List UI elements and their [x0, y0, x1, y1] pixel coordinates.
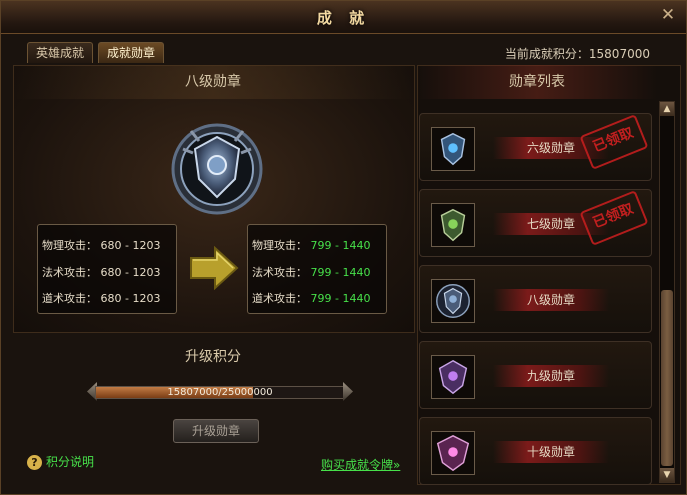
medal-list-title: 勋章列表: [417, 65, 657, 99]
window-title: 成 就: [316, 9, 371, 27]
stat-label: 道术攻击：: [42, 292, 97, 305]
medal-green-icon: [431, 203, 475, 247]
medal-detail-title: 八级勋章: [13, 65, 413, 99]
title-bar[interactable]: 成 就 ✕: [1, 1, 686, 34]
medal-silver-icon: [431, 279, 475, 323]
medal-violet-icon: [431, 431, 475, 475]
stat-label: 物理攻击：: [252, 239, 307, 252]
medal-name: 九级勋章: [493, 365, 609, 387]
medal-list-item[interactable]: 九级勋章: [419, 341, 652, 409]
stat-row: 法术攻击： 799 - 1440: [252, 264, 370, 280]
tab-achievement-medals[interactable]: 成就勋章: [98, 42, 164, 63]
stat-value: 799 - 1440: [310, 239, 371, 252]
medal-name: 十级勋章: [493, 441, 609, 463]
progress-track: 15807000/25000000: [95, 386, 345, 399]
help-icon[interactable]: ?: [27, 455, 42, 470]
help-label[interactable]: 积分说明: [46, 455, 94, 469]
upgrade-progress-bar: 15807000/25000000: [87, 382, 353, 402]
tab-hero-achievements[interactable]: 英雄成就: [27, 42, 93, 63]
scroll-down-icon[interactable]: ▼: [660, 468, 674, 482]
stat-label: 法术攻击：: [42, 266, 97, 279]
upgrade-medal-button[interactable]: 升级勋章: [173, 419, 259, 443]
achievement-points: 当前成就积分：15807000: [504, 47, 650, 61]
stat-value: 680 - 1203: [100, 292, 161, 305]
stat-label: 法术攻击：: [252, 266, 307, 279]
medal-list-item[interactable]: 六级勋章 已领取: [419, 113, 652, 181]
points-help-link[interactable]: ? 积分说明: [27, 453, 94, 470]
stat-value: 799 - 1440: [310, 266, 371, 279]
current-stats-box: 物理攻击： 680 - 1203 法术攻击： 680 - 1203 道术攻击： …: [37, 224, 177, 314]
scroll-thumb[interactable]: [661, 290, 673, 466]
stat-value: 799 - 1440: [310, 292, 371, 305]
stat-row: 法术攻击： 680 - 1203: [42, 264, 160, 280]
next-stats-box: 物理攻击： 799 - 1440 法术攻击： 799 - 1440 道术攻击： …: [247, 224, 387, 314]
stat-row: 物理攻击： 799 - 1440: [252, 237, 370, 253]
scroll-up-icon[interactable]: ▲: [660, 102, 674, 116]
medal-large-icon: [171, 123, 263, 215]
medal-purple-icon: [431, 355, 475, 399]
medal-list-scrollbar[interactable]: ▲ ▼: [659, 101, 675, 483]
buy-token-link[interactable]: 购买成就令牌»: [321, 456, 400, 473]
medal-list-item[interactable]: 七级勋章 已领取: [419, 189, 652, 257]
stat-value: 680 - 1203: [100, 266, 161, 279]
arrow-right-icon: [190, 246, 239, 290]
progress-cap-right: [343, 382, 353, 401]
medal-name: 八级勋章: [493, 289, 609, 311]
medal-list-item[interactable]: 十级勋章: [419, 417, 652, 485]
stat-row: 道术攻击： 680 - 1203: [42, 290, 160, 306]
medal-blue-icon: [431, 127, 475, 171]
claimed-stamp: 已领取: [579, 114, 649, 170]
stat-value: 680 - 1203: [100, 239, 161, 252]
progress-text: 15807000/25000000: [167, 387, 273, 398]
close-icon[interactable]: ✕: [658, 5, 678, 25]
achievement-window: 成 就 ✕ 英雄成就 成就勋章 当前成就积分：15807000 八级勋章 物理攻…: [0, 0, 687, 495]
stat-label: 道术攻击：: [252, 292, 307, 305]
stat-label: 物理攻击：: [42, 239, 97, 252]
stat-row: 道术攻击： 799 - 1440: [252, 290, 370, 306]
upgrade-heading: 升级积分: [185, 349, 241, 365]
medal-list-item[interactable]: 八级勋章: [419, 265, 652, 333]
stat-row: 物理攻击： 680 - 1203: [42, 237, 160, 253]
claimed-stamp: 已领取: [579, 190, 649, 246]
